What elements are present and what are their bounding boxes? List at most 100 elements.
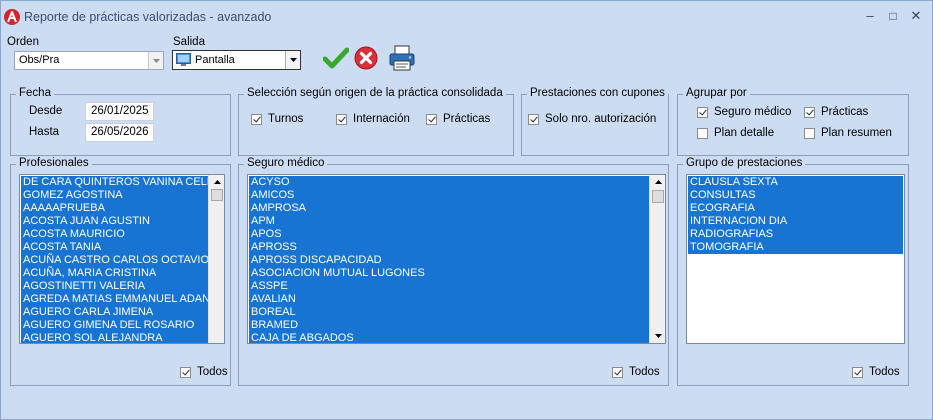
checkbox-box[interactable]	[426, 113, 437, 125]
accept-button[interactable]	[322, 46, 350, 70]
profesionales-todos-checkbox[interactable]: Todos	[180, 366, 228, 378]
list-item[interactable]: ACYSO	[249, 176, 650, 189]
profesionales-scrollbar[interactable]	[208, 175, 224, 343]
profesionales-todos-label: Todos	[197, 366, 228, 378]
chevron-down-icon[interactable]	[148, 52, 163, 69]
list-item[interactable]: AGUERO SOL ALEJANDRA	[21, 332, 209, 343]
list-item[interactable]: APROSS DISCAPACIDAD	[249, 254, 650, 267]
checkbox-box[interactable]	[697, 127, 708, 139]
list-item[interactable]: TOMOGRAFIA	[688, 241, 903, 254]
list-item[interactable]: RADIOGRAFIAS	[688, 228, 903, 241]
list-item[interactable]: AAAAAPRUEBA	[21, 202, 209, 215]
list-item[interactable]: AGUERO GIMENA DEL ROSARIO	[21, 319, 209, 332]
list-item[interactable]: BRAMED	[249, 319, 650, 332]
grupo-todos-checkbox[interactable]: Todos	[852, 366, 900, 378]
list-item[interactable]: AMPROSA	[249, 202, 650, 215]
desde-date-input[interactable]: 26/01/2025	[85, 102, 154, 121]
close-button[interactable]: ✕	[906, 7, 926, 25]
list-item[interactable]: APOS	[249, 228, 650, 241]
orden-select[interactable]: Obs/Pra	[14, 51, 164, 70]
list-item[interactable]: CLAUSLA SEXTA	[688, 176, 903, 189]
profesionales-items: DE CARA QUINTEROS VANINA CELE GOMEZ AGOST…	[21, 176, 214, 343]
internacion-checkbox[interactable]: Internación	[336, 113, 410, 125]
list-item[interactable]: INTERNACION DIA	[688, 215, 903, 228]
profesionales-listbox[interactable]: DE CARA QUINTEROS VANINA CELE GOMEZ AGOST…	[19, 174, 225, 344]
report-window: Reporte de prácticas valorizadas - avanz…	[0, 0, 933, 420]
orden-value: Obs/Pra	[19, 54, 60, 66]
list-item[interactable]: AGOSTINETTI VALERIA	[21, 280, 209, 293]
seleccion-group: Selección según origen de la práctica co…	[238, 87, 514, 156]
desde-label: Desde	[29, 105, 63, 117]
cupones-group: Prestaciones con cupones Solo nro. autor…	[521, 87, 669, 156]
solo-autorizacion-checkbox[interactable]: Solo nro. autorización	[528, 113, 656, 125]
list-item[interactable]: CAJA DE ABGADOS	[249, 332, 650, 343]
hasta-label: Hasta	[29, 126, 60, 138]
scroll-down-arrow-icon[interactable]	[650, 329, 665, 343]
list-item[interactable]: ACOSTA TANIA	[21, 241, 209, 254]
minimize-button[interactable]: –	[860, 7, 880, 25]
list-item[interactable]: AVALIAN	[249, 293, 650, 306]
hasta-date-input[interactable]: 26/05/2026	[85, 123, 154, 142]
checkbox-box[interactable]	[852, 366, 863, 378]
grupo-group-title: Grupo de prestaciones	[683, 157, 806, 169]
checkbox-box[interactable]	[336, 113, 347, 125]
checkbox-box[interactable]	[251, 113, 262, 125]
checkbox-box[interactable]	[612, 366, 623, 378]
checkbox-box[interactable]	[697, 106, 708, 118]
seguro-todos-checkbox[interactable]: Todos	[612, 366, 660, 378]
turnos-label: Turnos	[268, 113, 304, 125]
list-item[interactable]: ACUÑA, MARIA CRISTINA	[21, 267, 209, 280]
plan-resumen-checkbox[interactable]: Plan resumen	[804, 127, 892, 139]
checkbox-box[interactable]	[804, 106, 815, 118]
checkbox-box[interactable]	[804, 127, 815, 139]
scroll-thumb[interactable]	[211, 189, 223, 201]
list-item[interactable]: ECOGRAFIA	[688, 202, 903, 215]
print-button[interactable]	[388, 44, 416, 72]
checkbox-box[interactable]	[528, 113, 539, 125]
list-item[interactable]: ACOSTA JUAN AGUSTIN	[21, 215, 209, 228]
agrupar-group-title: Agrupar por	[683, 87, 750, 99]
seguro-group: Seguro médico ACYSO AMICOS AMPROSA APM APOS A…	[238, 157, 669, 386]
maximize-button[interactable]: □	[883, 7, 903, 25]
title-bar: Reporte de prácticas valorizadas - avanz…	[1, 1, 932, 33]
seguro-group-title: Seguro médico	[244, 157, 328, 169]
list-item[interactable]: GOMEZ AGOSTINA	[21, 189, 209, 202]
list-item[interactable]: AGUERO CARLA JIMENA	[21, 306, 209, 319]
list-item[interactable]: ASSPE	[249, 280, 650, 293]
printer-icon	[389, 45, 415, 71]
seguro-listbox[interactable]: ACYSO AMICOS AMPROSA APM APOS APROSS APROSS DI…	[247, 174, 666, 344]
list-item[interactable]: ASOCIACION MUTUAL LUGONES	[249, 267, 650, 280]
agrupar-seguro-checkbox[interactable]: Seguro médico	[697, 106, 791, 118]
scroll-thumb[interactable]	[652, 190, 664, 203]
plan-detalle-checkbox[interactable]: Plan detalle	[697, 127, 774, 139]
cancel-button[interactable]	[354, 46, 378, 70]
checkbox-box[interactable]	[180, 366, 191, 378]
salida-select[interactable]: Pantalla	[172, 50, 301, 70]
scroll-up-arrow-icon[interactable]	[209, 175, 224, 189]
list-item[interactable]: AMICOS	[249, 189, 650, 202]
agrupar-practicas-checkbox[interactable]: Prácticas	[804, 106, 868, 118]
solo-autorizacion-label: Solo nro. autorización	[545, 113, 657, 125]
seguro-scrollbar[interactable]	[649, 175, 665, 343]
internacion-label: Internación	[353, 113, 410, 125]
list-item[interactable]: AGREDA MATIAS EMMANUEL ADAN	[21, 293, 210, 306]
list-item[interactable]: BOREAL	[249, 306, 650, 319]
practicas-checkbox[interactable]: Prácticas	[426, 113, 490, 125]
list-item[interactable]: ACUÑA CASTRO CARLOS OCTAVIO	[21, 254, 209, 267]
list-item[interactable]: CONSULTAS	[688, 189, 903, 202]
list-item[interactable]: APM	[249, 215, 650, 228]
chevron-down-icon[interactable]	[285, 51, 300, 69]
seguro-todos-label: Todos	[629, 366, 660, 378]
window-title: Reporte de prácticas valorizadas - avanz…	[24, 10, 272, 24]
turnos-checkbox[interactable]: Turnos	[251, 113, 303, 125]
agrupar-practicas-label: Prácticas	[821, 106, 869, 118]
grupo-todos-label: Todos	[869, 366, 900, 378]
scroll-up-arrow-icon[interactable]	[650, 175, 665, 189]
salida-value: Pantalla	[195, 54, 235, 66]
fecha-group: Fecha Desde 26/01/2025 Hasta 26/05/2026	[10, 87, 231, 156]
list-item[interactable]: ACOSTA MAURICIO	[21, 228, 209, 241]
checkmark-icon	[322, 47, 350, 69]
list-item[interactable]: DE CARA QUINTEROS VANINA CELE	[21, 176, 214, 189]
grupo-listbox[interactable]: CLAUSLA SEXTA CONSULTAS ECOGRAFIA INTERNACI…	[686, 174, 905, 344]
list-item[interactable]: APROSS	[249, 241, 650, 254]
